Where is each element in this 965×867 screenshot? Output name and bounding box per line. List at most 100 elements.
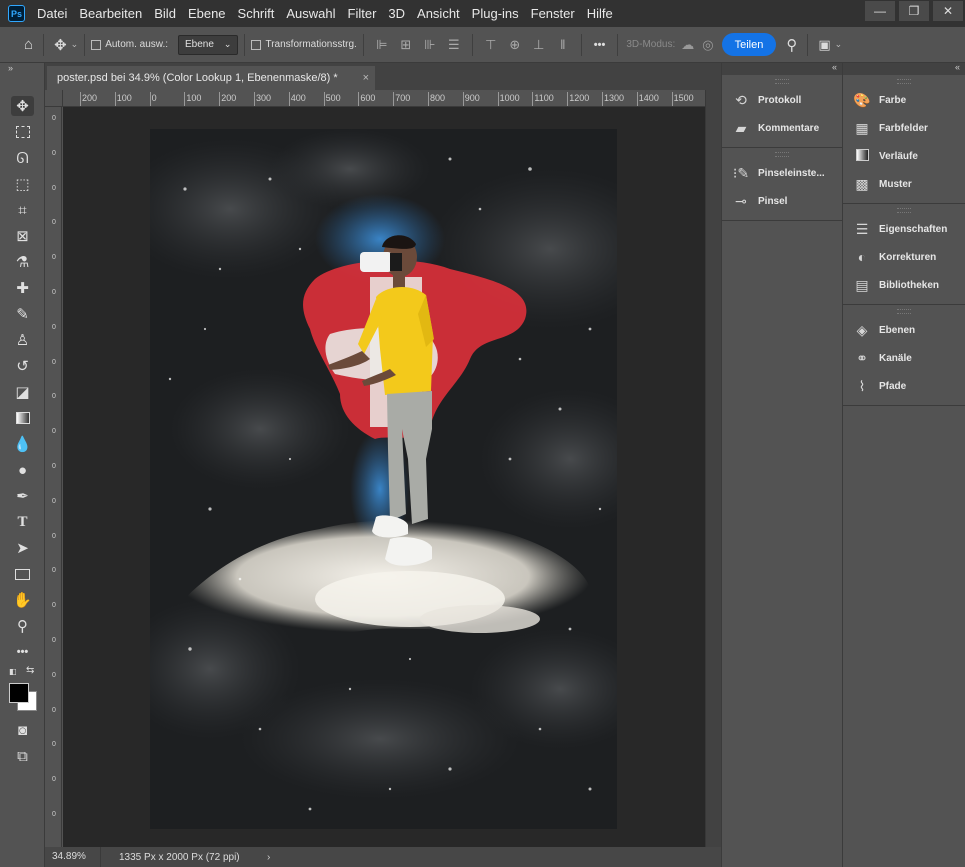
more-options-button[interactable]: ••• [588,39,612,51]
eraser-tool[interactable]: ◪ [0,379,45,405]
roll-3d-icon[interactable]: ◎ [698,37,717,53]
panel-korrekturen[interactable]: ◐ Korrekturen [843,243,965,271]
panel-pinseleinstellungen[interactable]: ⁝✎ Pinseleinste... [722,159,842,187]
edit-toolbar-button[interactable]: ••• [0,639,45,665]
panel-group-color: 🎨 Farbe ▦ Farbfelder Verläufe ▩ Muster [843,75,965,204]
panel-muster[interactable]: ▩ Muster [843,170,965,198]
chevron-down-icon: ⌄ [223,39,232,49]
panel-pfade[interactable]: ⌇ Pfade [843,372,965,400]
auto-select-dropdown[interactable]: Ebene ⌄ [178,34,239,55]
home-icon[interactable]: ⌂ [20,36,37,53]
document-canvas[interactable] [150,129,617,829]
panel-verlaeufe[interactable]: Verläufe [843,142,965,170]
workspace-icon[interactable]: ▣ [814,37,834,53]
panel-grip[interactable] [897,79,911,84]
align-right-icon[interactable]: ⊪ [418,37,442,53]
collapse-arrows-icon[interactable]: « [955,62,960,72]
marquee-tool[interactable] [0,119,45,145]
menu-auswahl[interactable]: Auswahl [280,0,341,27]
panel-eigenschaften[interactable]: ☰ Eigenschaften [843,215,965,243]
panel-bibliotheken[interactable]: ▤ Bibliotheken [843,271,965,299]
move-tool-icon[interactable]: ✥ [50,36,71,54]
collapse-arrows-icon[interactable]: « [832,62,837,72]
move-tool[interactable]: ✥ [0,93,45,119]
panel-kanaele[interactable]: ⚭ Kanäle [843,344,965,372]
healing-brush-tool[interactable]: ✚ [0,275,45,301]
clone-stamp-tool[interactable]: ♙ [0,327,45,353]
menu-datei[interactable]: Datei [31,0,73,27]
object-selection-tool[interactable]: ⬚ [0,171,45,197]
panel-ebenen[interactable]: ◈ Ebenen [843,316,965,344]
align-left-icon[interactable]: ⊫ [370,37,394,53]
chevron-down-icon[interactable]: ⌄ [835,39,843,50]
zoom-tool[interactable]: ⚲ [0,613,45,639]
menu-ebene[interactable]: Ebene [182,0,232,27]
panel-farbe[interactable]: 🎨 Farbe [843,86,965,114]
auto-select-checkbox[interactable]: Autom. ausw.: [91,39,168,50]
blur-tool[interactable]: 💧 [0,431,45,457]
ruler-corner[interactable] [45,90,63,107]
align-middle-v-icon[interactable]: ⊕ [503,37,527,53]
gradient-tool[interactable] [0,405,45,431]
menu-bearbeiten[interactable]: Bearbeiten [73,0,148,27]
distribute-horizontal-icon[interactable]: ☰ [442,37,466,53]
menu-fenster[interactable]: Fenster [525,0,581,27]
panel-pinsel[interactable]: ⊸ Pinsel [722,187,842,215]
distribute-vertical-icon[interactable]: ‖ [551,37,575,52]
crop-tool[interactable]: ⌗ [0,197,45,223]
dodge-tool[interactable]: ● [0,457,45,483]
eyedropper-tool[interactable]: ⚗ [0,249,45,275]
panel-grip[interactable] [775,79,789,84]
align-top-icon[interactable]: ⊤ [479,37,503,53]
transform-controls-checkbox[interactable]: Transformationsstrg. [251,39,357,50]
ruler-tick-label: 0 [52,115,56,122]
lasso-tool[interactable]: ᘏ [0,145,45,171]
chevron-down-icon[interactable]: ⌄ [71,39,79,50]
minimize-button[interactable]: — [865,1,895,21]
hand-tool[interactable]: ✋ [0,587,45,613]
align-bottom-icon[interactable]: ⊥ [527,37,551,53]
panel-kommentare[interactable]: ▰ Kommentare [722,114,842,142]
horizontal-ruler[interactable]: 200 100 0 100 200 300 400 500 600 700 800 900 1000 11… [63,90,705,107]
panel-grip[interactable] [775,152,789,157]
pen-tool[interactable]: ✒ [0,483,45,509]
foreground-color-swatch[interactable] [9,683,29,703]
default-colors-icon[interactable]: ◧ [9,667,17,676]
align-center-h-icon[interactable]: ⊞ [394,37,418,53]
orbit-3d-icon[interactable]: ☁ [677,37,698,53]
screen-mode-button[interactable]: ⧉ [0,743,45,769]
lasso-icon: ᘏ [16,149,29,167]
panel-farbfelder[interactable]: ▦ Farbfelder [843,114,965,142]
search-icon[interactable]: ⚲ [782,36,801,54]
swap-colors-icon[interactable]: ⇆ [26,665,34,676]
status-menu-arrow[interactable]: › [267,852,270,863]
zoom-level-field[interactable]: 34.89% [45,847,101,867]
menu-filter[interactable]: Filter [342,0,383,27]
panel-grip[interactable] [897,208,911,213]
frame-tool[interactable]: ⊠ [0,223,45,249]
panel-protokoll[interactable]: ⟲ Protokoll [722,86,842,114]
menu-ansicht[interactable]: Ansicht [411,0,466,27]
document-tab[interactable]: poster.psd bei 34.9% (Color Lookup 1, Eb… [47,66,375,90]
close-window-button[interactable]: ✕ [933,1,963,21]
collapse-arrows-icon[interactable]: » [8,63,13,73]
brush-tool[interactable]: ✎ [0,301,45,327]
vertical-ruler[interactable]: 0 0 0 0 0 0 0 0 0 0 0 0 0 0 0 0 0 0 0 0 0 [45,107,62,847]
share-button[interactable]: Teilen [721,33,777,56]
menu-bild[interactable]: Bild [148,0,182,27]
quick-mask-button[interactable]: ◙ [0,717,45,743]
close-tab-button[interactable]: × [363,72,369,84]
rectangle-tool[interactable] [0,561,45,587]
checkbox-box[interactable] [91,39,102,50]
vertical-scrollbar[interactable] [705,90,721,847]
checkbox-box[interactable] [251,39,262,50]
path-selection-tool[interactable]: ➤ [0,535,45,561]
maximize-button[interactable]: ❐ [899,1,929,21]
menu-3d[interactable]: 3D [382,0,411,27]
menu-hilfe[interactable]: Hilfe [581,0,619,27]
menu-plugins[interactable]: Plug-ins [466,0,525,27]
panel-grip[interactable] [897,309,911,314]
type-tool[interactable]: T [0,509,45,535]
menu-schrift[interactable]: Schrift [232,0,281,27]
history-brush-tool[interactable]: ↺ [0,353,45,379]
